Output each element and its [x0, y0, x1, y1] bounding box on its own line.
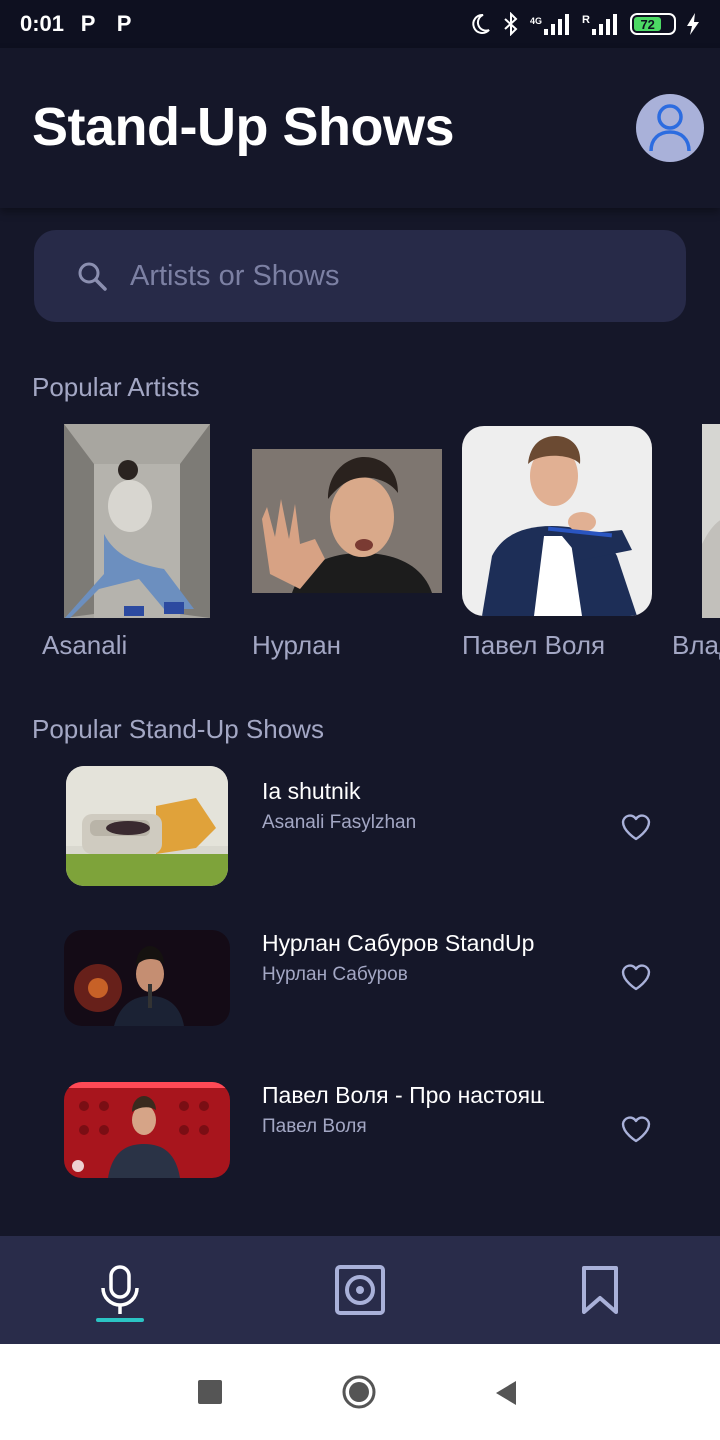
microphone-icon: [101, 1265, 139, 1314]
artist-photo: [702, 424, 720, 618]
bluetooth-icon: [504, 12, 518, 36]
show-thumbnail: [64, 930, 230, 1026]
nav-item-player[interactable]: [240, 1236, 480, 1344]
popular-shows-title: Popular Stand-Up Shows: [32, 714, 324, 744]
status-bar: 0:01 P P 4G R 72: [0, 0, 720, 48]
artist-photo: [252, 449, 442, 593]
show-artist: Нурлан Сабуров: [262, 964, 408, 985]
search-input[interactable]: Artists or Shows: [34, 230, 686, 322]
artist-photo: [462, 426, 652, 616]
search-placeholder: Artists or Shows: [130, 259, 340, 292]
app-header: Stand-Up Shows: [0, 48, 720, 208]
avatar[interactable]: [636, 94, 704, 162]
show-row[interactable]: Нурлан Сабуров StandUp Нурлан Сабуров: [0, 916, 720, 1046]
bookmark-icon: [582, 1266, 618, 1314]
show-title: Павел Воля - Про настоящее: [262, 1082, 544, 1108]
nav-item-shows[interactable]: [0, 1236, 240, 1344]
signal-icon-2: [592, 14, 617, 35]
moon-icon: [472, 13, 490, 34]
battery-level: 72: [634, 17, 662, 32]
search-icon: [78, 262, 107, 291]
show-thumbnail: [66, 766, 228, 886]
status-time: 0:01: [20, 11, 65, 36]
heart-outline-icon[interactable]: [620, 812, 652, 842]
artist-name: Нурлан: [252, 630, 342, 660]
speaker-icon: [335, 1265, 385, 1315]
roaming-label: R: [582, 14, 590, 26]
show-row[interactable]: Павел Воля - Про настоящее Павел Воля: [0, 1068, 720, 1198]
heart-outline-icon[interactable]: [620, 1114, 652, 1144]
artist-name: Влад: [672, 630, 720, 660]
signal-icon: [544, 14, 570, 35]
bottom-nav: [0, 1236, 720, 1344]
charging-icon: [687, 13, 699, 35]
system-nav-bar: [0, 1344, 720, 1440]
artist-name: Павел Воля: [462, 630, 606, 660]
page-title: Stand-Up Shows: [32, 97, 455, 157]
nav-item-saved[interactable]: [480, 1236, 720, 1344]
heart-outline-icon[interactable]: [620, 962, 652, 992]
back-icon[interactable]: [494, 1380, 518, 1406]
notification-icon-p: P: [116, 11, 132, 36]
person-icon: [649, 104, 691, 152]
show-artist: Asanali Fasylzhan: [262, 812, 417, 833]
show-thumbnail: [64, 1082, 230, 1178]
show-title: Нурлан Сабуров StandUp: [262, 930, 535, 956]
show-row[interactable]: Ia shutnik Asanali Fasylzhan: [0, 764, 720, 894]
battery-icon: 72: [630, 13, 676, 35]
show-title: Ia shutnik: [262, 778, 361, 804]
status-icons: 4G R 72: [468, 12, 700, 36]
artists-carousel[interactable]: Asanali Нурлан Павел Воля Вла: [0, 420, 720, 670]
recents-icon[interactable]: [198, 1380, 222, 1404]
active-tab-indicator: [96, 1318, 144, 1322]
network-type-label: 4G: [530, 16, 543, 26]
show-artist: Павел Воля: [262, 1116, 367, 1137]
popular-artists-title: Popular Artists: [32, 372, 200, 402]
artist-name: Asanali: [42, 630, 128, 660]
home-icon[interactable]: [341, 1374, 377, 1410]
notification-icon-p: P: [80, 11, 96, 36]
artist-photo: [64, 424, 210, 618]
